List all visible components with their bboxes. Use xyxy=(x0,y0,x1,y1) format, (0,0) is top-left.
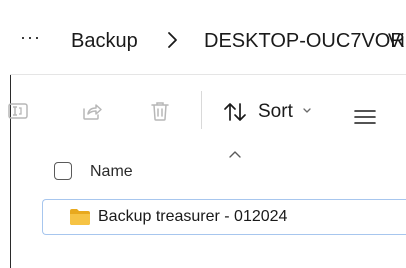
rename-icon[interactable] xyxy=(6,99,30,123)
breadcrumb-more-button[interactable]: ··· xyxy=(20,26,50,52)
sort-button[interactable]: Sort xyxy=(218,95,328,129)
toolbar-divider xyxy=(201,91,202,129)
chevron-right-icon xyxy=(168,32,177,48)
folder-icon xyxy=(70,209,90,225)
sort-arrows-icon xyxy=(224,103,246,121)
view-lines-icon[interactable] xyxy=(353,109,377,125)
breadcrumb-item-backup[interactable]: Backup xyxy=(71,28,138,54)
chevron-down-icon xyxy=(303,108,311,113)
column-header-name[interactable]: Name xyxy=(90,162,133,182)
select-all-checkbox[interactable] xyxy=(54,162,72,180)
file-explorer-window: ··· Backup DESKTOP-OUC7VOR Sort Vi Name … xyxy=(0,0,406,268)
file-name: Backup treasurer - 012024 xyxy=(98,208,288,225)
delete-icon[interactable] xyxy=(148,99,172,123)
share-icon[interactable] xyxy=(80,99,104,123)
view-button-label[interactable]: Vi xyxy=(388,30,405,54)
breadcrumb-item-desktop[interactable]: DESKTOP-OUC7VOR xyxy=(204,28,405,54)
sort-ascending-icon xyxy=(229,151,241,158)
address-bar: ··· Backup DESKTOP-OUC7VOR xyxy=(0,0,406,74)
list-item[interactable]: Backup treasurer - 012024 xyxy=(42,199,406,235)
sort-label: Sort xyxy=(258,101,293,122)
command-bar: Sort xyxy=(0,75,406,149)
